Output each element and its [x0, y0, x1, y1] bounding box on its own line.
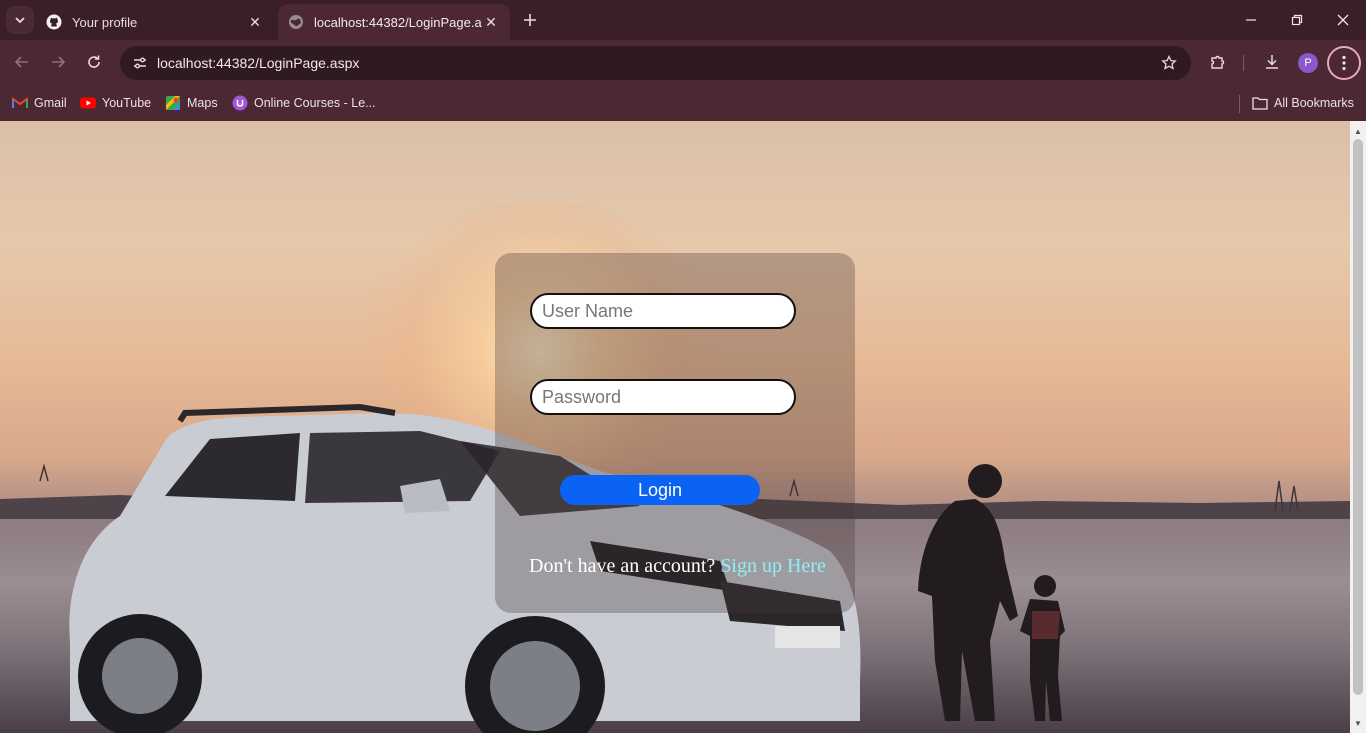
tab-title: localhost:44382/LoginPage.aspx [314, 14, 482, 30]
tab-search-button[interactable] [6, 6, 34, 34]
download-icon [1266, 55, 1278, 69]
bookmark-star-icon[interactable] [1157, 51, 1181, 75]
bookmark-online-courses[interactable]: Online Courses - Le... [232, 92, 376, 114]
extensions-button[interactable] [1203, 47, 1233, 77]
gmail-icon [12, 95, 28, 111]
page-scrollbar[interactable]: ▲ ▼ [1350, 121, 1366, 733]
all-bookmarks-button[interactable]: All Bookmarks [1252, 92, 1354, 114]
close-window-button[interactable] [1320, 0, 1366, 40]
courses-icon [232, 95, 248, 111]
bookmark-gmail[interactable]: Gmail [12, 92, 67, 114]
bookmark-label: All Bookmarks [1274, 96, 1354, 110]
scroll-thumb[interactable] [1353, 139, 1363, 695]
close-icon[interactable]: ✕ [482, 13, 500, 31]
minimize-icon [1246, 19, 1256, 21]
arrow-left-icon [14, 56, 28, 68]
reload-icon [88, 55, 100, 68]
restore-button[interactable] [1274, 0, 1320, 40]
site-info-icon[interactable] [126, 49, 154, 77]
password-input[interactable] [530, 379, 796, 415]
close-icon [1337, 14, 1349, 26]
back-button[interactable] [7, 47, 37, 77]
plus-icon [524, 14, 536, 26]
toolbar-divider [1243, 55, 1244, 71]
browser-menu-button[interactable] [1327, 46, 1361, 80]
tab-title: Your profile [72, 14, 138, 30]
arrow-right-icon [52, 56, 66, 68]
bookmarks-bar: Gmail YouTube Maps Online Courses - Le..… [0, 86, 1366, 121]
puzzle-icon [1211, 55, 1225, 69]
bookmark-maps[interactable]: Maps [165, 92, 218, 114]
reload-button[interactable] [79, 47, 109, 77]
profile-avatar[interactable]: P [1298, 53, 1318, 73]
bookmark-label: Gmail [34, 96, 67, 110]
tab-login-page[interactable]: localhost:44382/LoginPage.aspx ✕ [278, 4, 510, 40]
bookmark-youtube[interactable]: YouTube [80, 92, 151, 114]
username-input[interactable] [530, 293, 796, 329]
folder-icon [1252, 95, 1268, 111]
chevron-down-icon [15, 17, 25, 24]
bookmark-label: Maps [187, 96, 218, 110]
close-icon[interactable]: ✕ [246, 13, 264, 31]
forward-button[interactable] [43, 47, 73, 77]
bookmark-label: YouTube [102, 96, 152, 110]
signup-link[interactable]: Sign up Here [720, 555, 826, 577]
scroll-up-arrow-icon[interactable]: ▲ [1350, 123, 1366, 139]
address-bar[interactable]: localhost:44382/LoginPage.aspx [120, 46, 1191, 80]
bookmark-label: Online Courses - Le... [254, 96, 376, 110]
url-text: localhost:44382/LoginPage.aspx [157, 55, 360, 71]
kebab-menu-icon [1342, 55, 1346, 71]
new-tab-button[interactable] [518, 8, 542, 32]
minimize-button[interactable] [1228, 0, 1274, 40]
globe-icon [288, 14, 304, 30]
login-button[interactable]: Login [560, 475, 760, 505]
signup-prompt-text: Don't have an account? [529, 555, 716, 577]
youtube-icon [80, 95, 96, 111]
restore-icon [1291, 14, 1303, 26]
signup-prompt-row: Don't have an account? Sign up Here [529, 555, 826, 578]
browser-toolbar: localhost:44382/LoginPage.aspx P [0, 40, 1366, 86]
github-icon [46, 14, 62, 30]
scroll-down-arrow-icon[interactable]: ▼ [1350, 715, 1366, 731]
bookmarks-divider [1239, 95, 1240, 113]
tab-strip: Your profile ✕ localhost:44382/LoginPage… [0, 0, 1366, 40]
maps-icon [165, 95, 181, 111]
tab-your-profile[interactable]: Your profile ✕ [36, 4, 274, 40]
downloads-button[interactable] [1257, 47, 1287, 77]
